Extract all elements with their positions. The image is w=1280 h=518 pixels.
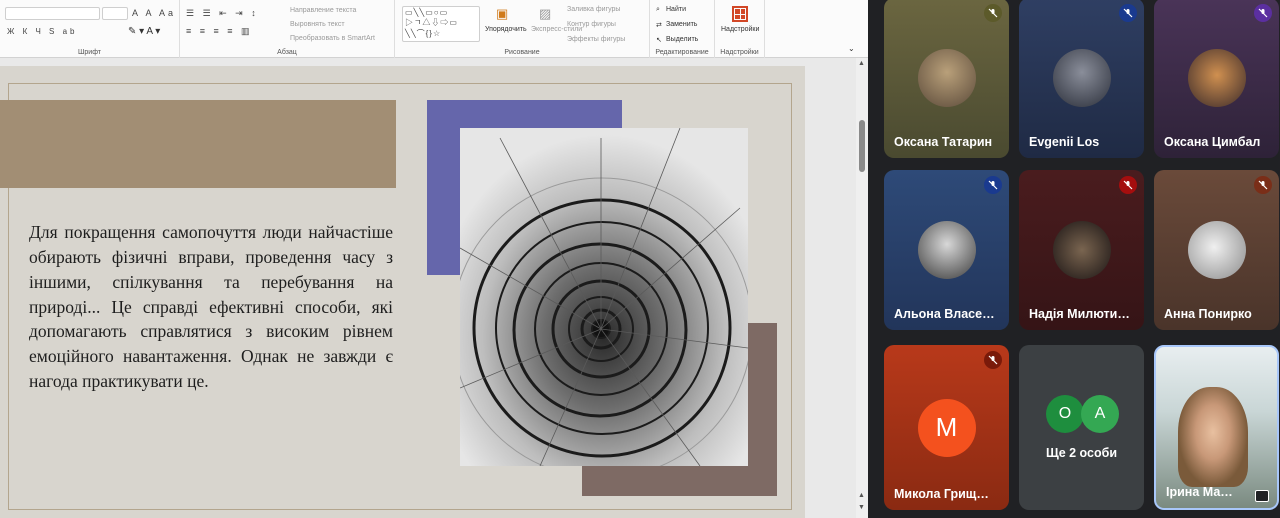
quick-styles-icon: ▨ [539, 6, 552, 21]
participant-name: Надія Милюти… [1029, 307, 1130, 321]
shape-effects-button[interactable]: Эффекты фигуры [567, 36, 625, 43]
participant-tile[interactable]: Оксана Татарин [884, 0, 1009, 158]
font-format-buttons[interactable]: Ж К Ч S ab [7, 27, 78, 36]
self-video [1178, 387, 1248, 487]
font-group: A A Aa Ж К Ч S ab ✎ ▾ A ▾ Шрифт [0, 0, 180, 58]
scrollbar-thumb[interactable] [859, 120, 865, 172]
smartart-button[interactable]: Преобразовать в SmartArt [290, 35, 375, 42]
participant-tile[interactable]: Надія Милюти… [1019, 170, 1144, 330]
text-direction-button[interactable]: Направление текста [290, 7, 356, 14]
picture-in-picture-icon[interactable] [1255, 490, 1269, 502]
self-view-tile[interactable]: Ірина Ма… [1154, 345, 1279, 510]
participant-name: Оксана Цимбал [1164, 135, 1261, 149]
powerpoint-window: A A Aa Ж К Ч S ab ✎ ▾ A ▾ Шрифт ☰ ☰ ⇤ ⇥ … [0, 0, 868, 518]
participant-tile[interactable]: Evgenii Los [1019, 0, 1144, 158]
align-text-button[interactable]: Выровнять текст [290, 21, 345, 28]
mic-off-icon [984, 176, 1002, 194]
addins-icon [732, 6, 748, 22]
shapes-gallery[interactable]: ▭╲╲▭○▭ ▷ㄱ△⇩⇨▭ ╲╲⌒{}☆ [402, 6, 480, 42]
replace-button[interactable]: Заменить [666, 21, 697, 28]
title-bar-shape[interactable] [0, 100, 396, 188]
drawing-group: ▭╲╲▭○▭ ▷ㄱ△⇩⇨▭ ╲╲⌒{}☆ ▣ Упорядочить ▨ Экспр… [395, 0, 650, 58]
shapes-icon: ▭╲╲▭○▭ ▷ㄱ△⇩⇨▭ ╲╲⌒{}☆ [405, 8, 458, 38]
paragraph-group: ☰ ☰ ⇤ ⇥ ↕ ≡ ≡ ≡ ≡ ▥ Направление текста В… [180, 0, 395, 58]
find-button[interactable]: Найти [666, 6, 686, 13]
participant-tile[interactable]: Анна Понирко [1154, 170, 1279, 330]
slide-canvas: Для покращення самопочуття люди найчасті… [0, 58, 856, 518]
font-name-select[interactable] [5, 7, 100, 20]
replace-icon: ⇄ [656, 22, 662, 29]
ribbon: A A Aa Ж К Ч S ab ✎ ▾ A ▾ Шрифт ☰ ☰ ⇤ ⇥ … [0, 0, 868, 58]
drawing-group-label: Рисование [504, 49, 540, 56]
font-color-icon[interactable]: ✎ ▾ A ▾ [128, 26, 160, 37]
avatar [1052, 49, 1111, 107]
participant-tile[interactable]: Оксана Цимбал [1154, 0, 1279, 158]
avatar [1187, 49, 1246, 107]
search-icon: ⌕ [656, 6, 660, 13]
scroll-down-icon[interactable]: ▲ [858, 492, 865, 499]
participant-tile[interactable]: Альона Власе… [884, 170, 1009, 330]
slide-body-text[interactable]: Для покращення самопочуття люди найчасті… [29, 220, 393, 394]
vertical-scrollbar[interactable]: ▲ ▲ ▼ [856, 58, 868, 518]
avatar [917, 49, 976, 107]
collapse-ribbon-icon[interactable]: ⌄ [848, 44, 855, 53]
align-buttons-icon[interactable]: ≡ ≡ ≡ ≡ ▥ [186, 26, 253, 37]
font-size-select[interactable] [102, 7, 128, 20]
scroll-up-icon[interactable]: ▲ [858, 60, 865, 67]
font-size-buttons[interactable]: A A Aa [132, 8, 176, 18]
participant-name: Микола Грищ… [894, 487, 989, 501]
participant-name: Анна Понирко [1164, 307, 1252, 321]
mic-off-icon [1119, 176, 1137, 194]
avatar: A [1081, 395, 1119, 433]
mic-off-icon [1254, 176, 1272, 194]
spiral-staircase-image[interactable] [460, 128, 748, 466]
scroll-down-icon-2[interactable]: ▼ [858, 504, 865, 511]
shape-outline-button[interactable]: Контур фигуры [567, 21, 616, 28]
others-label: Ще 2 особи [1045, 446, 1118, 460]
avatar [1052, 221, 1111, 279]
mic-off-icon [984, 351, 1002, 369]
list-buttons-icon[interactable]: ☰ ☰ ⇤ ⇥ ↕ [186, 8, 259, 19]
mic-off-icon [984, 4, 1002, 22]
avatar: M [917, 398, 976, 457]
arrange-button[interactable]: Упорядочить [485, 26, 527, 33]
others-tile[interactable]: O A Ще 2 особи [1019, 345, 1144, 510]
participant-name: Evgenii Los [1029, 135, 1100, 149]
addins-group: Надстройки Надстройки [715, 0, 765, 58]
arrange-icon: ▣ [496, 6, 509, 21]
participant-name: Альона Власе… [894, 307, 995, 321]
avatar [1187, 221, 1246, 279]
meet-participants-grid: Оксана Татарин Evgenii Los Оксана Цимбал… [868, 0, 1280, 518]
addins-group-label: Надстройки [720, 49, 759, 56]
editing-group-label: Редактирование [655, 49, 709, 56]
font-group-label: Шрифт [77, 49, 102, 56]
participant-tile[interactable]: M Микола Грищ… [884, 345, 1009, 510]
shape-fill-button[interactable]: Заливка фигуры [567, 6, 620, 13]
addins-button[interactable]: Надстройки [721, 26, 759, 33]
participant-name: Ірина Ма… [1166, 485, 1233, 499]
spiral-staircase-drawing [460, 128, 748, 466]
participant-name: Оксана Татарин [894, 135, 993, 149]
avatar: O [1046, 395, 1084, 433]
select-button[interactable]: Выделить [666, 36, 698, 43]
editing-group: ⌕ Найти ⇄ Заменить ↖ Выделить Редактиров… [650, 0, 715, 58]
mic-off-icon [1254, 4, 1272, 22]
avatar [917, 221, 976, 279]
mic-off-icon [1119, 4, 1137, 22]
paragraph-group-label: Абзац [277, 49, 297, 56]
slide[interactable]: Для покращення самопочуття люди найчасті… [0, 66, 805, 518]
select-icon: ↖ [656, 37, 662, 44]
